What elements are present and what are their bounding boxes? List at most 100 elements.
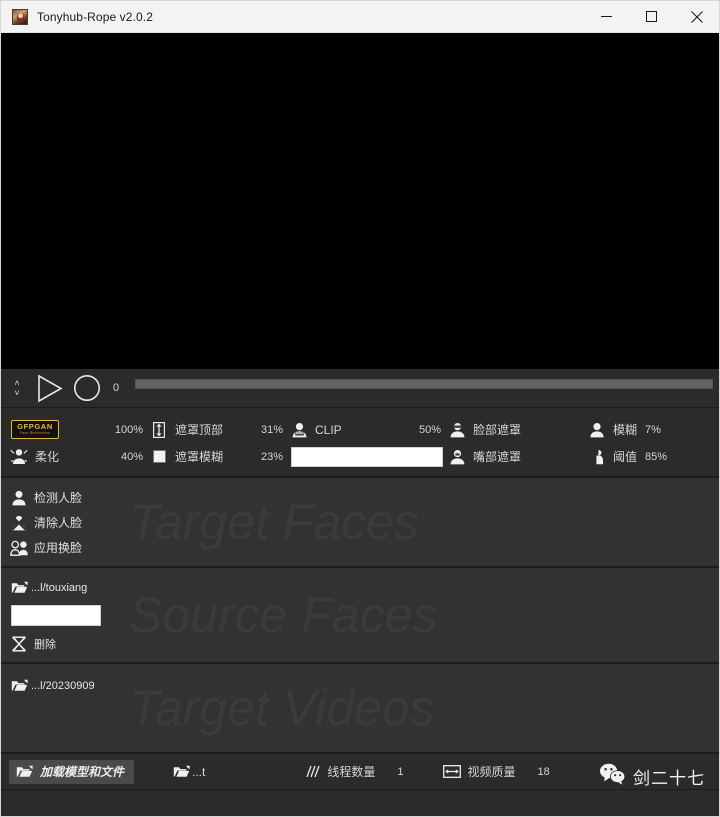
- threads-setting[interactable]: 线程数量 1: [303, 760, 404, 784]
- setting-threshold-value: 85%: [645, 450, 668, 463]
- gfpgan-badge[interactable]: GFPGAN Face Restoration: [11, 420, 59, 439]
- source-faces-search-input[interactable]: [11, 605, 101, 626]
- chevron-stepper[interactable]: ˄ ˅: [9, 373, 25, 403]
- setting-blur-value: 7%: [645, 423, 661, 436]
- mouth-mask-icon: [447, 448, 467, 466]
- setting-blur[interactable]: 模糊 7%: [587, 417, 707, 443]
- setting-soften[interactable]: 柔化 40%: [1, 444, 149, 470]
- video-quality-value: 18: [537, 765, 550, 778]
- folder-open-icon: [16, 765, 34, 778]
- titlebar: Tonyhub-Rope v2.0.2: [1, 1, 719, 33]
- delete-face-icon: [9, 635, 29, 653]
- folder-icon: [9, 579, 29, 597]
- settings-row-2: 柔化 40% 遮罩模糊 23% 嘴部遮罩 阈值 85%: [1, 443, 719, 470]
- target-videos-watermark: Target Videos: [129, 680, 435, 736]
- wechat-icon: [599, 763, 626, 790]
- delete-face-label: 删除: [34, 638, 56, 651]
- load-models-button[interactable]: 加载模型和文件: [9, 759, 135, 784]
- folder-icon: [173, 765, 191, 778]
- setting-clip[interactable]: CLIP 50%: [289, 417, 447, 443]
- video-quality-label: 视频质量: [467, 765, 516, 779]
- source-folder-path: ...l/touxiang: [31, 581, 88, 594]
- clip-text-input[interactable]: [291, 446, 443, 467]
- gfpgan-badge-title: GFPGAN: [17, 422, 53, 431]
- setting-clip-value: 50%: [418, 423, 441, 436]
- target-videos-controls: ...l/20230909: [1, 664, 129, 697]
- mask-blur-icon: [149, 448, 169, 466]
- setting-mask-blur[interactable]: 遮罩模糊 23%: [149, 444, 289, 470]
- wechat-watermark-text: 剑二十七: [633, 769, 705, 788]
- clear-face-icon: [9, 514, 29, 532]
- play-icon[interactable]: [37, 374, 63, 402]
- setting-face-mask[interactable]: 脸部遮罩: [447, 417, 587, 443]
- status-bar: [1, 790, 719, 816]
- video-quality-icon: [442, 765, 462, 778]
- apply-swap-icon: [9, 539, 29, 557]
- threads-label: 线程数量: [327, 765, 376, 779]
- clear-face-label: 清除人脸: [34, 516, 83, 530]
- delete-face-button[interactable]: 删除: [9, 632, 129, 655]
- clip-person-icon: [289, 421, 309, 439]
- setting-soften-value: 40%: [120, 450, 143, 463]
- soften-icon: [9, 448, 29, 466]
- source-faces-watermark: Source Faces: [129, 587, 438, 643]
- chevron-down-icon[interactable]: ˅: [14, 388, 19, 398]
- source-faces-panel[interactable]: Source Faces ...l/touxiang 删除: [1, 568, 719, 664]
- source-faces-controls: ...l/touxiang 删除: [1, 568, 129, 655]
- frame-number: 0: [113, 382, 120, 394]
- setting-mask-top[interactable]: 遮罩顶部 31%: [149, 417, 289, 443]
- detect-face-button[interactable]: 检测人脸: [9, 486, 129, 509]
- apply-swap-button[interactable]: 应用换脸: [9, 536, 129, 559]
- setting-mask-top-value: 31%: [260, 423, 283, 436]
- setting-clip-label: CLIP: [315, 422, 342, 437]
- threads-icon: [303, 765, 321, 778]
- setting-mask-blur-label: 遮罩模糊: [175, 450, 224, 464]
- minimize-icon[interactable]: [584, 1, 629, 32]
- record-icon[interactable]: [73, 374, 101, 402]
- target-faces-controls: 检测人脸 清除人脸 应用换脸: [1, 478, 129, 559]
- setting-gfpgan[interactable]: GFPGAN Face Restoration 100%: [1, 417, 149, 443]
- clear-face-button[interactable]: 清除人脸: [9, 511, 129, 534]
- chevron-up-icon[interactable]: ˄: [14, 378, 19, 388]
- setting-mask-blur-value: 23%: [260, 450, 283, 463]
- detect-face-label: 检测人脸: [34, 491, 83, 505]
- wechat-watermark: 剑二十七: [599, 763, 705, 790]
- video-quality-setting[interactable]: 视频质量 18: [442, 760, 550, 784]
- video-preview[interactable]: [1, 33, 719, 369]
- folder-icon: [9, 677, 29, 695]
- blur-person-icon: [587, 421, 607, 439]
- setting-gfpgan-value: 100%: [114, 423, 143, 436]
- output-folder-label: ...t: [192, 764, 206, 779]
- setting-mask-top-label: 遮罩顶部: [175, 423, 224, 437]
- setting-soften-label: 柔化: [35, 450, 60, 464]
- setting-clip-text[interactable]: [289, 444, 447, 470]
- setting-face-mask-label: 脸部遮罩: [473, 423, 522, 437]
- settings-panel: GFPGAN Face Restoration 100% 遮罩顶部 31% CL…: [1, 408, 719, 478]
- app-window: Tonyhub-Rope v2.0.2 ˄ ˅ 0 GFPGAN Face Re…: [0, 0, 720, 817]
- settings-row-1: GFPGAN Face Restoration 100% 遮罩顶部 31% CL…: [1, 416, 719, 443]
- window-title: Tonyhub-Rope v2.0.2: [37, 9, 153, 24]
- setting-blur-label: 模糊: [613, 423, 638, 437]
- face-mask-icon: [447, 421, 467, 439]
- setting-threshold[interactable]: 阈值 85%: [587, 444, 707, 470]
- apply-swap-label: 应用换脸: [34, 541, 83, 555]
- timeline-slider[interactable]: [135, 379, 713, 389]
- load-models-label: 加载模型和文件: [40, 765, 125, 779]
- source-folder-button[interactable]: ...l/touxiang: [9, 576, 129, 599]
- target-faces-watermark: Target Faces: [129, 494, 419, 550]
- playback-bar: ˄ ˅ 0: [1, 369, 719, 408]
- threads-value: 1: [397, 765, 404, 778]
- target-videos-panel[interactable]: Target Videos ...l/20230909: [1, 664, 719, 754]
- app-portrait-icon: [12, 8, 28, 25]
- detect-face-icon: [9, 489, 29, 507]
- target-videos-folder-path: ...l/20230909: [31, 679, 95, 692]
- setting-mouth-mask[interactable]: 嘴部遮罩: [447, 444, 587, 470]
- close-icon[interactable]: [674, 1, 719, 32]
- maximize-icon[interactable]: [629, 1, 674, 32]
- setting-threshold-label: 阈值: [613, 450, 638, 464]
- mask-top-icon: [149, 421, 169, 439]
- output-folder-button[interactable]: ...t: [173, 760, 205, 784]
- threshold-icon: [587, 448, 607, 466]
- target-videos-folder-button[interactable]: ...l/20230909: [9, 674, 129, 697]
- target-faces-panel[interactable]: Target Faces 检测人脸 清除人脸 应用换脸: [1, 478, 719, 568]
